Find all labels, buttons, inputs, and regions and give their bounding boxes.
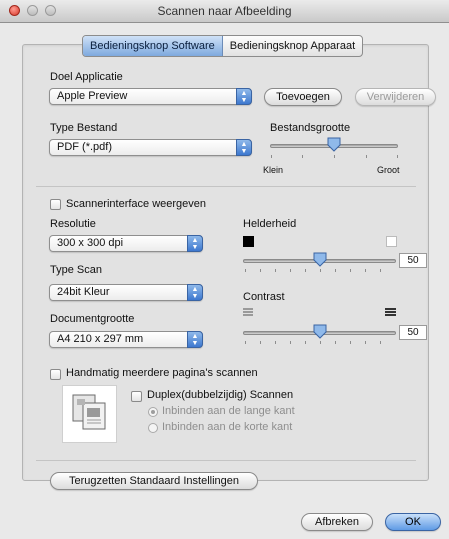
tick-mark	[366, 155, 367, 158]
brightness-ticks	[245, 269, 395, 272]
popup-arrows-icon: ▲ ▼	[187, 284, 203, 301]
dark-brightness-icon	[243, 236, 254, 247]
high-contrast-icon	[385, 307, 396, 320]
restore-defaults-button[interactable]: Terugzetten Standaard Instellingen	[50, 472, 258, 490]
window-title: Scannen naar Afbeelding	[157, 4, 292, 18]
resolution-select[interactable]: 300 x 300 dpi ▲ ▼	[49, 235, 203, 252]
long-edge-label: Inbinden aan de lange kant	[162, 405, 295, 417]
tick-mark	[271, 155, 272, 158]
duplex-label: Duplex(dubbelzijdig) Scannen	[147, 389, 294, 401]
target-app-label: Doel Applicatie	[50, 71, 123, 83]
contrast-label: Contrast	[243, 291, 285, 303]
duplex-checkbox[interactable]	[131, 391, 142, 402]
file-size-slider-thumb[interactable]	[327, 137, 341, 155]
document-size-select[interactable]: A4 210 x 297 mm ▲ ▼	[49, 331, 203, 348]
document-size-label: Documentgrootte	[50, 313, 135, 325]
brightness-value-field[interactable]: 50	[399, 253, 427, 268]
resolution-value: 300 x 300 dpi	[57, 237, 124, 249]
section-divider	[36, 186, 416, 187]
file-size-min-label: Klein	[263, 165, 284, 175]
add-app-button[interactable]: Toevoegen	[264, 88, 342, 106]
scan-type-select[interactable]: 24bit Kleur ▲ ▼	[49, 284, 203, 301]
short-edge-radio[interactable]	[148, 423, 158, 433]
tab-device-button[interactable]: Bedieningsknop Apparaat	[223, 36, 362, 56]
popup-arrows-icon: ▲ ▼	[236, 88, 252, 105]
file-type-value: PDF (*.pdf)	[57, 141, 113, 153]
short-edge-label: Inbinden aan de korte kant	[162, 421, 293, 433]
ok-button[interactable]: OK	[385, 513, 441, 531]
manual-multipage-label: Handmatig meerdere pagina's scannen	[66, 367, 258, 379]
tab-bar: Bedieningsknop Software Bedieningsknop A…	[82, 35, 364, 57]
contrast-value-field[interactable]: 50	[399, 325, 427, 340]
file-type-select[interactable]: PDF (*.pdf) ▲ ▼	[49, 139, 252, 156]
section-divider	[36, 460, 416, 461]
remove-app-button[interactable]: Verwijderen	[355, 88, 436, 106]
light-brightness-icon	[386, 236, 397, 247]
scan-type-value: 24bit Kleur	[57, 286, 110, 298]
popup-arrows-icon: ▲ ▼	[236, 139, 252, 156]
cancel-button[interactable]: Afbreken	[301, 513, 373, 531]
scanner-interface-checkbox[interactable]	[50, 199, 61, 210]
contrast-ticks	[245, 341, 395, 344]
tick-mark	[397, 155, 398, 158]
brightness-slider-thumb[interactable]	[313, 252, 327, 270]
file-size-max-label: Groot	[377, 165, 400, 175]
tick-mark	[302, 155, 303, 158]
resolution-label: Resolutie	[50, 218, 96, 230]
popup-arrows-icon: ▲ ▼	[187, 331, 203, 348]
popup-arrows-icon: ▲ ▼	[187, 235, 203, 252]
brightness-label: Helderheid	[243, 218, 297, 230]
target-app-select[interactable]: Apple Preview ▲ ▼	[49, 88, 252, 105]
file-size-label: Bestandsgrootte	[270, 122, 351, 134]
tab-software-button[interactable]: Bedieningsknop Software	[83, 36, 223, 56]
file-type-label: Type Bestand	[50, 122, 118, 134]
scan-type-label: Type Scan	[50, 264, 102, 276]
document-size-value: A4 210 x 297 mm	[57, 333, 144, 345]
low-contrast-icon	[243, 307, 253, 320]
duplex-illustration	[62, 385, 117, 443]
scanner-interface-label: Scannerinterface weergeven	[66, 198, 207, 210]
target-app-value: Apple Preview	[57, 90, 128, 102]
contrast-slider-thumb[interactable]	[313, 324, 327, 342]
tick-mark	[334, 155, 335, 158]
manual-multipage-checkbox[interactable]	[50, 369, 61, 380]
long-edge-radio[interactable]	[148, 407, 158, 417]
